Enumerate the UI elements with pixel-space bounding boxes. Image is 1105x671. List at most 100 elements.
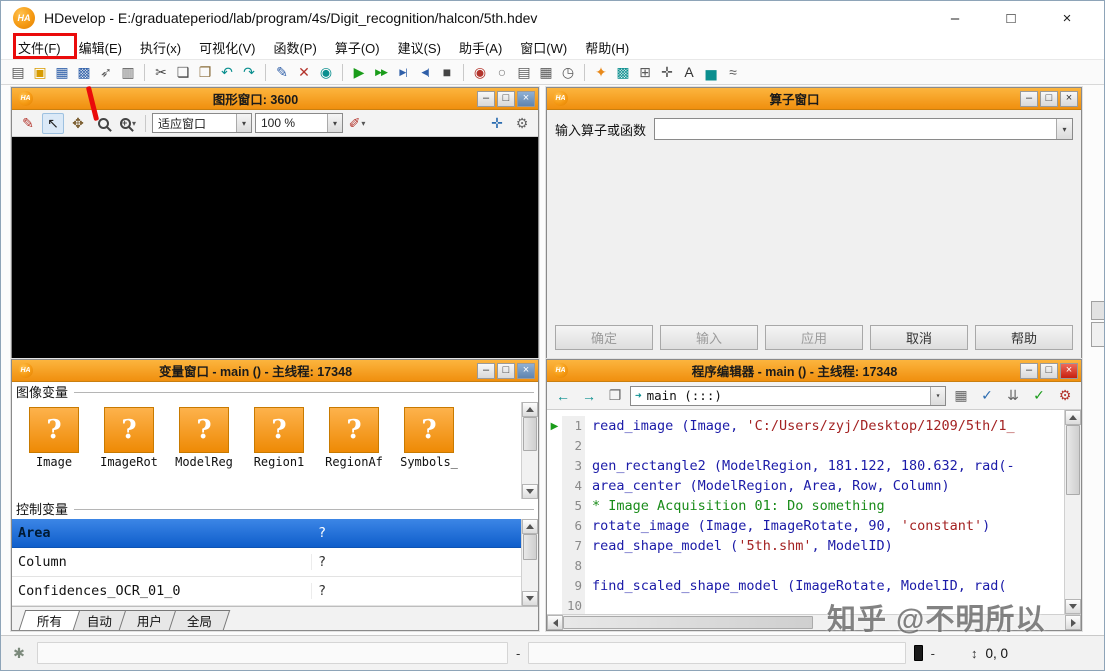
control-variable-row[interactable]: Confidences_OCR_01_0? bbox=[12, 576, 521, 606]
graphics-minimize-button[interactable]: – bbox=[477, 90, 495, 107]
editor-maximize-button[interactable]: □ bbox=[1040, 362, 1058, 379]
step-over-icon[interactable]: ▶▶ bbox=[370, 62, 392, 83]
pointer-select-icon[interactable]: ↖ bbox=[42, 112, 64, 134]
scroll-right-icon[interactable] bbox=[1065, 615, 1081, 630]
variable-window-titlebar[interactable]: HA 变量窗口 - main () - 主线程: 17348 – □ × bbox=[12, 360, 538, 382]
code-editor[interactable]: ▶ 1 read_image (Image, 'C:/Users/zyj/Deskt… bbox=[547, 410, 1064, 614]
procedure-settings-icon[interactable]: ⚙ bbox=[1054, 385, 1076, 406]
fit-window-select[interactable]: 适应窗口 ▾ bbox=[152, 113, 252, 133]
procedure-interface-icon[interactable]: ▦ bbox=[950, 385, 972, 406]
operator-button[interactable]: 输入 bbox=[660, 325, 758, 350]
delete-line-icon[interactable]: ✕ bbox=[293, 62, 315, 83]
film-strip-icon[interactable]: ▦ bbox=[535, 62, 557, 83]
paint-mode-icon[interactable]: ✐ ▾ bbox=[346, 113, 368, 134]
scroll-thumb[interactable] bbox=[563, 616, 813, 629]
scroll-thumb[interactable] bbox=[1066, 425, 1080, 495]
variable-maximize-button[interactable]: □ bbox=[497, 362, 515, 379]
gray-histogram-icon[interactable]: ▅ bbox=[700, 62, 722, 83]
image-variable[interactable]: ? ModelReg bbox=[175, 406, 233, 499]
matching-assistant-icon[interactable]: ▩ bbox=[612, 62, 634, 83]
cut-icon[interactable]: ✂ bbox=[150, 62, 172, 83]
save-program-icon[interactable]: ▦ bbox=[51, 62, 73, 83]
operator-minimize-button[interactable]: – bbox=[1020, 90, 1038, 107]
step-out-icon[interactable]: ◀| bbox=[414, 62, 436, 83]
minimize-button[interactable]: – bbox=[944, 10, 966, 27]
close-button[interactable]: × bbox=[1056, 10, 1078, 27]
chevron-down-icon[interactable]: ▾ bbox=[930, 386, 945, 405]
chevron-down-icon[interactable]: ▾ bbox=[327, 114, 342, 132]
scroll-left-icon[interactable] bbox=[547, 615, 563, 630]
calibration-assistant-icon[interactable]: ⊞ bbox=[634, 62, 656, 83]
stop-icon[interactable]: ■ bbox=[436, 62, 458, 83]
image-variable[interactable]: ? Image bbox=[28, 406, 80, 499]
apply-procedure-icon[interactable]: ✓ bbox=[1028, 385, 1050, 406]
code-line[interactable]: 7 read_shape_model ('5th.shm', ModelID) bbox=[547, 536, 1064, 556]
procedure-select[interactable]: ➜ main (:::) ▾ bbox=[630, 385, 946, 406]
activate-breakpoints-icon[interactable]: ○ bbox=[491, 62, 513, 83]
scroll-track[interactable] bbox=[522, 533, 538, 591]
code-line[interactable]: 2 bbox=[547, 436, 1064, 456]
chevron-down-icon[interactable]: ▾ bbox=[236, 114, 251, 132]
save-all-icon[interactable]: ▩ bbox=[73, 62, 95, 83]
set-breakpoint-icon[interactable]: ◉ bbox=[469, 62, 491, 83]
variable-close-button[interactable]: × bbox=[517, 362, 535, 379]
undo-icon[interactable]: ↶ bbox=[216, 62, 238, 83]
scroll-up-icon[interactable] bbox=[522, 401, 538, 417]
scroll-down-icon[interactable] bbox=[522, 591, 538, 607]
image-variable[interactable]: ? Region1 bbox=[253, 406, 305, 499]
menu-item[interactable]: 执行(x) bbox=[131, 35, 190, 60]
window-titlebar[interactable]: HA HDevelop - E:/graduateperiod/lab/prog… bbox=[1, 1, 1104, 35]
measure-assistant-icon[interactable]: ✛ bbox=[656, 62, 678, 83]
menu-item[interactable]: 窗口(W) bbox=[511, 35, 576, 60]
auto-format-icon[interactable]: ⇊ bbox=[1002, 385, 1024, 406]
menu-item[interactable]: 可视化(V) bbox=[190, 35, 264, 60]
operator-button[interactable]: 帮助 bbox=[975, 325, 1073, 350]
code-line[interactable]: 6 rotate_image (Image, ImageRotate, 90, '… bbox=[547, 516, 1064, 536]
code-line[interactable]: 3 gen_rectangle2 (ModelRegion, 181.122, 1… bbox=[547, 456, 1064, 476]
find-icon[interactable]: ◉ bbox=[315, 62, 337, 83]
zoom-level-select[interactable]: 100 % ▾ bbox=[255, 113, 343, 133]
menu-item[interactable]: 函数(P) bbox=[264, 35, 325, 60]
scroll-down-icon[interactable] bbox=[1065, 599, 1081, 614]
operator-button[interactable]: 应用 bbox=[765, 325, 863, 350]
menu-item[interactable]: 建议(S) bbox=[389, 35, 450, 60]
display-settings-icon[interactable]: ⚙ bbox=[511, 113, 533, 134]
code-line[interactable]: ▶ 1 read_image (Image, 'C:/Users/zyj/Deskt… bbox=[547, 416, 1064, 436]
set-display-parameters-icon[interactable]: ✎ bbox=[17, 113, 39, 134]
image-variables-scrollbar[interactable] bbox=[521, 401, 538, 500]
control-variables-scrollbar[interactable] bbox=[521, 518, 538, 607]
operator-button[interactable]: 取消 bbox=[870, 325, 968, 350]
editor-close-button[interactable]: × bbox=[1060, 362, 1078, 379]
insert-line-icon[interactable]: ✎ bbox=[271, 62, 293, 83]
profiler-icon[interactable]: ▤ bbox=[513, 62, 535, 83]
operator-combobox[interactable]: ▾ bbox=[654, 118, 1073, 140]
scroll-track[interactable] bbox=[522, 416, 538, 484]
timer-icon[interactable]: ◷ bbox=[557, 62, 579, 83]
image-variable[interactable]: ? Symbols_ bbox=[400, 406, 458, 499]
clipboard-icon[interactable]: ❐ bbox=[604, 385, 626, 406]
operator-button[interactable]: 确定 bbox=[555, 325, 653, 350]
paste-icon[interactable]: ❐ bbox=[194, 62, 216, 83]
zoom-mode-magnifier-icon[interactable]: ▾ bbox=[117, 113, 139, 134]
variable-tab[interactable]: 所有 bbox=[18, 610, 81, 631]
run-icon[interactable]: ▶ bbox=[348, 62, 370, 83]
print-icon[interactable]: ▥ bbox=[117, 62, 139, 83]
graphics-close-button[interactable]: × bbox=[517, 90, 535, 107]
variable-minimize-button[interactable]: – bbox=[477, 362, 495, 379]
step-into-icon[interactable]: ▶| bbox=[392, 62, 414, 83]
new-program-icon[interactable]: ▤ bbox=[7, 62, 29, 83]
menu-item[interactable]: 算子(O) bbox=[326, 35, 389, 60]
image-variable[interactable]: ? ImageRot bbox=[100, 406, 158, 499]
open-program-icon[interactable]: ▣ bbox=[29, 62, 51, 83]
code-line[interactable]: 8 bbox=[547, 556, 1064, 576]
chevron-down-icon[interactable]: ▾ bbox=[1056, 119, 1072, 139]
feature-inspection-icon[interactable]: ≈ bbox=[722, 62, 744, 83]
editor-vertical-scrollbar[interactable] bbox=[1064, 410, 1081, 614]
operator-input[interactable] bbox=[655, 119, 1056, 139]
graphics-maximize-button[interactable]: □ bbox=[497, 90, 515, 107]
operator-maximize-button[interactable]: □ bbox=[1040, 90, 1058, 107]
variable-tab[interactable]: 全局 bbox=[168, 610, 231, 631]
navigate-back-icon[interactable]: ← bbox=[552, 385, 574, 406]
control-variable-row[interactable]: Column? bbox=[12, 547, 521, 577]
pan-hand-icon[interactable]: ✥ bbox=[67, 113, 89, 134]
